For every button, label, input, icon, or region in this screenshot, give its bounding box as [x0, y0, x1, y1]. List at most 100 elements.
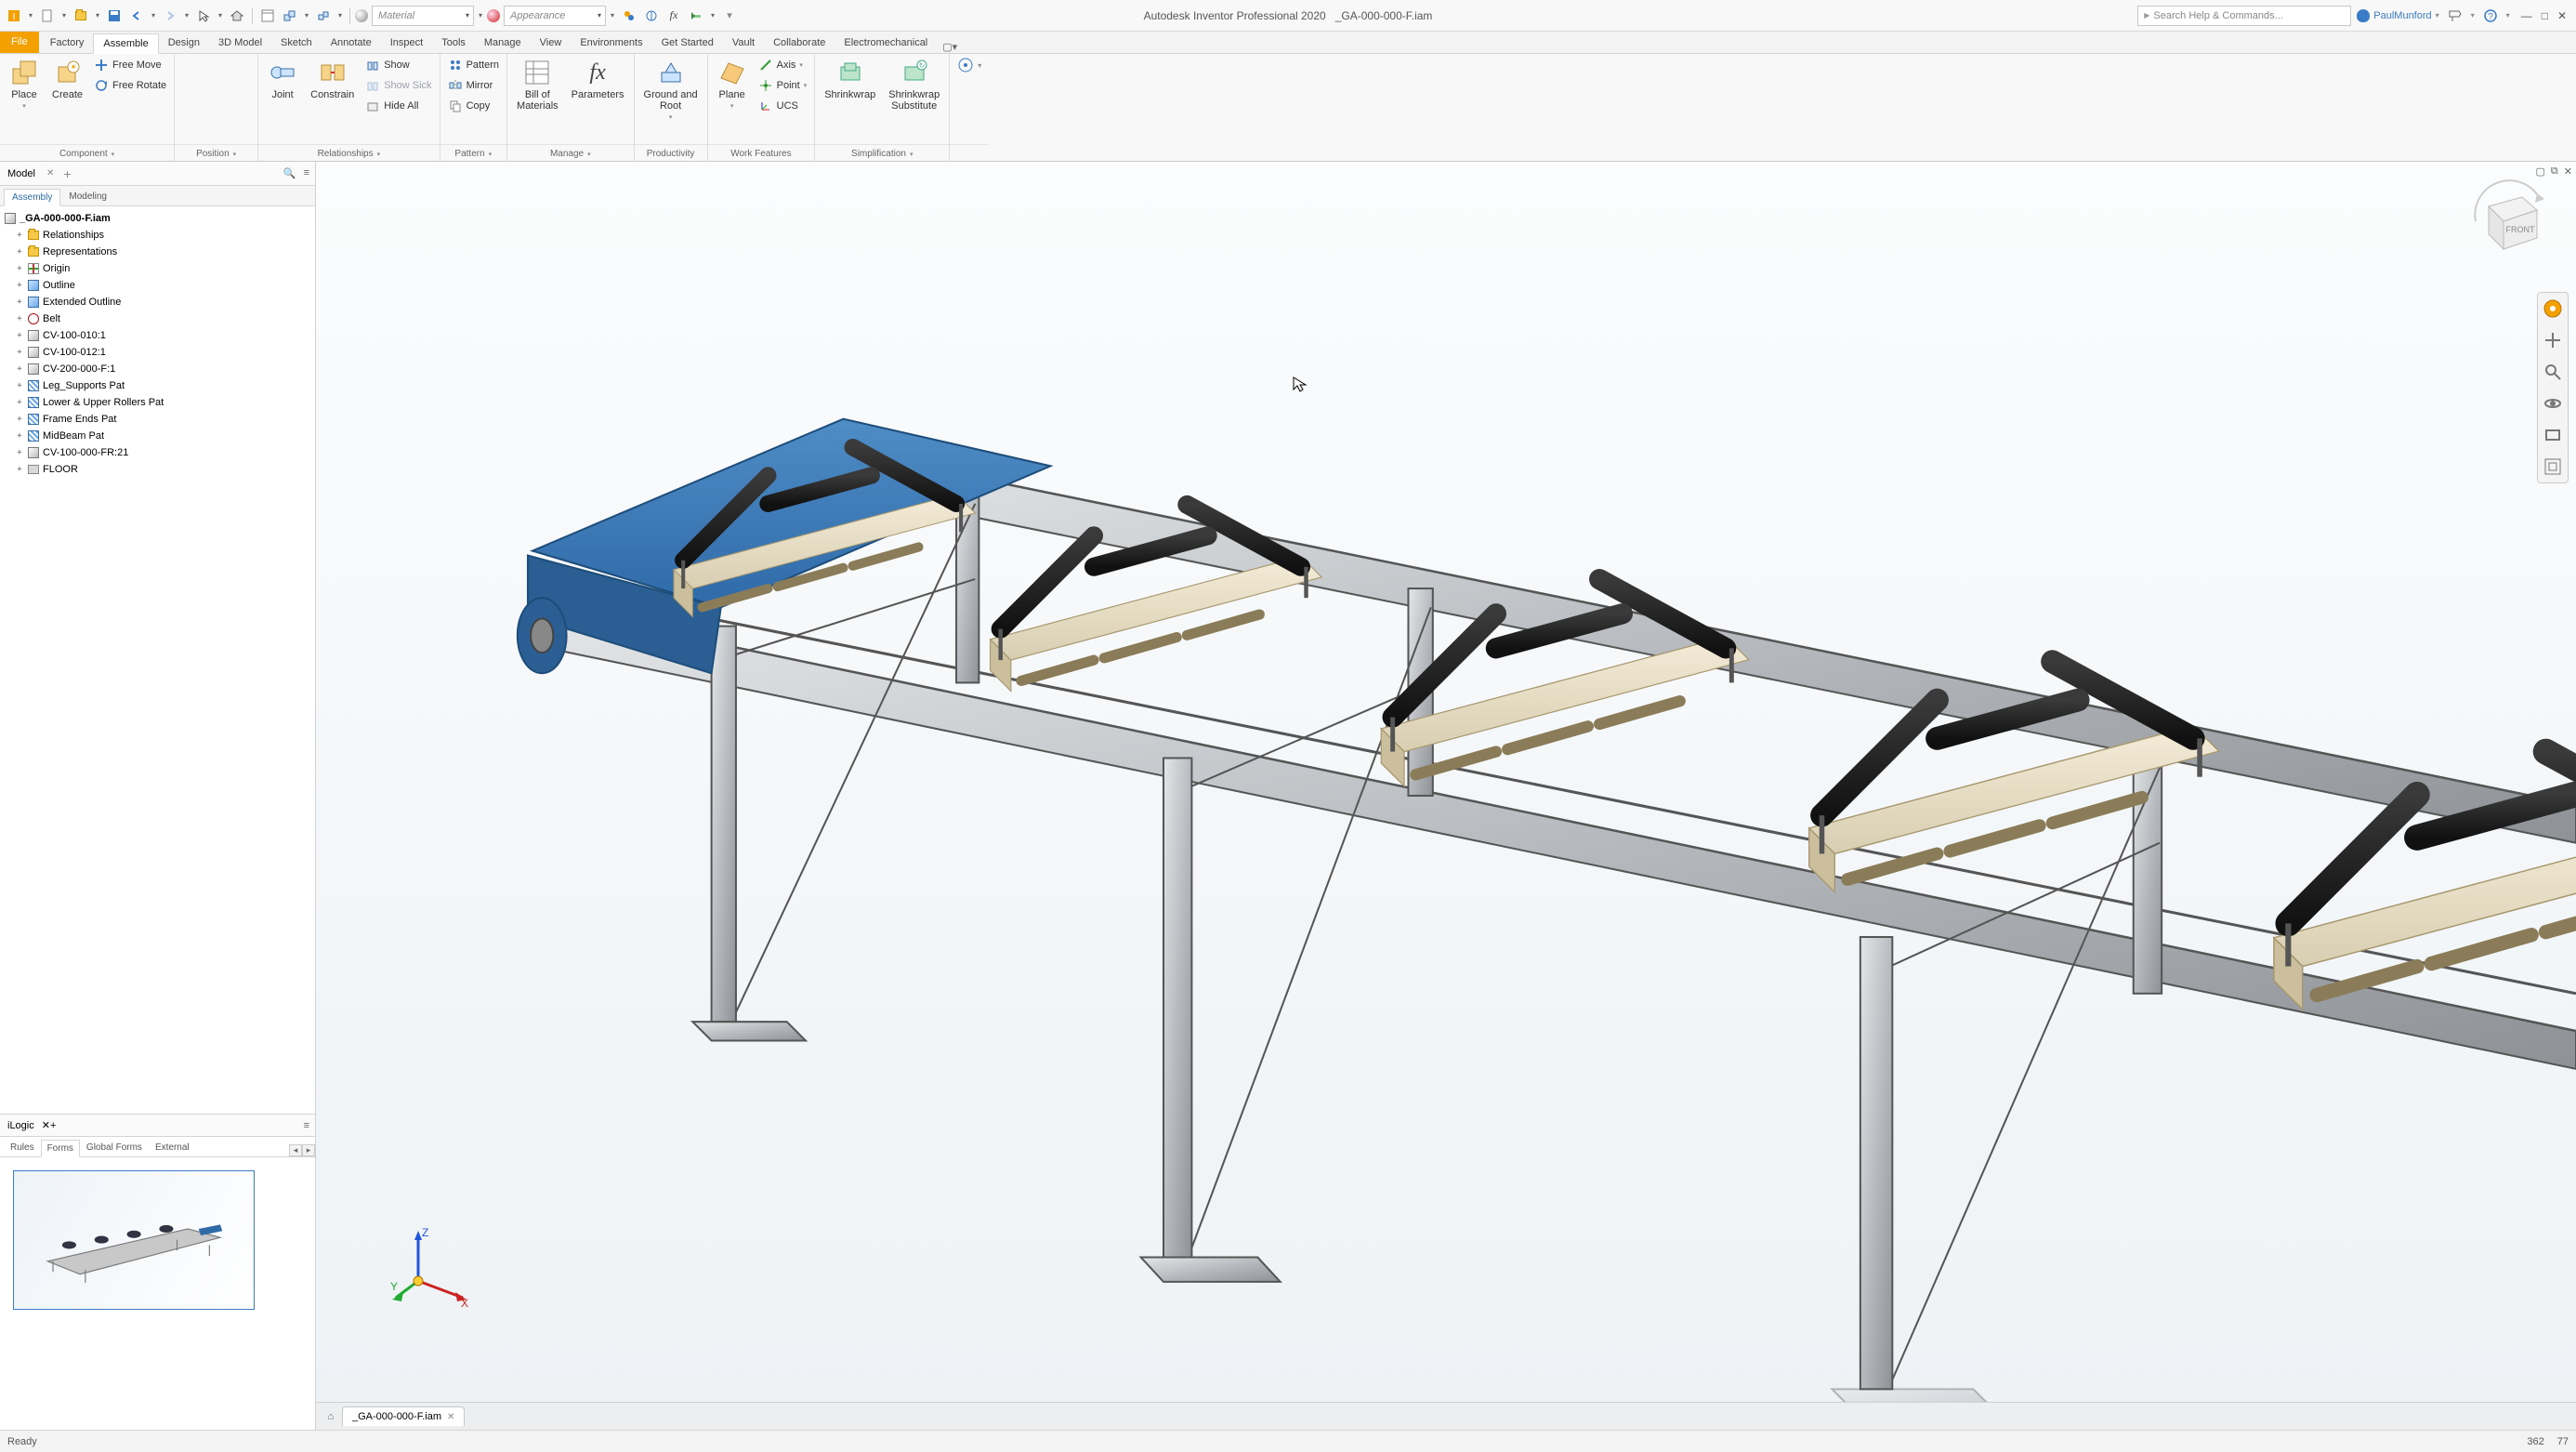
- doc-tab-close-icon[interactable]: ✕: [447, 1412, 454, 1422]
- tab-manage[interactable]: Manage: [475, 33, 531, 53]
- shrinkwrap-button[interactable]: Shrinkwrap: [821, 56, 879, 102]
- create-button[interactable]: ✶ Create: [48, 56, 86, 102]
- tree-node[interactable]: +CV-100-010:1: [2, 327, 313, 344]
- tab-collaborate[interactable]: Collaborate: [764, 33, 835, 53]
- return-drop[interactable]: ▾: [708, 11, 717, 20]
- select-drop[interactable]: ▾: [216, 11, 225, 20]
- qat-customize-icon[interactable]: ▾: [719, 6, 740, 26]
- tab-design[interactable]: Design: [159, 33, 209, 53]
- tree-root[interactable]: _GA-000-000-F.iam: [2, 210, 313, 227]
- browser-tab-close-icon[interactable]: ✕: [43, 168, 58, 178]
- fx-icon[interactable]: fx: [664, 6, 684, 26]
- ucs-button[interactable]: UCS: [756, 97, 809, 115]
- copy-button[interactable]: Copy: [446, 97, 501, 115]
- tab-assemble[interactable]: Assemble: [93, 33, 158, 54]
- tree-node[interactable]: +CV-200-000-F:1: [2, 361, 313, 377]
- tree-node[interactable]: +Lower & Upper Rollers Pat: [2, 394, 313, 411]
- doc-home-icon[interactable]: ⌂: [320, 1411, 342, 1422]
- color-override-icon[interactable]: [619, 6, 639, 26]
- nav-steering-wheel-icon[interactable]: [2541, 297, 2565, 321]
- browser-subtab-assembly[interactable]: Assembly: [4, 189, 60, 206]
- nav-full-icon[interactable]: [2541, 455, 2565, 479]
- tab-3d-model[interactable]: 3D Model: [209, 33, 271, 53]
- tab-factory[interactable]: Factory: [41, 33, 94, 53]
- show-button[interactable]: Show: [363, 56, 433, 74]
- tab-annotate[interactable]: Annotate: [322, 33, 381, 53]
- tab-inspect[interactable]: Inspect: [381, 33, 432, 53]
- tree-node[interactable]: +Relationships: [2, 227, 313, 244]
- ilogic-form-thumbnail[interactable]: [13, 1170, 255, 1310]
- ilogic-menu-icon[interactable]: ≡: [304, 1120, 309, 1131]
- tab-vault[interactable]: Vault: [723, 33, 764, 53]
- undo-drop[interactable]: ▾: [149, 11, 158, 20]
- axis-button[interactable]: Axis ▾: [756, 56, 809, 74]
- finish-icon[interactable]: ▾: [955, 56, 983, 74]
- tab-get-started[interactable]: Get Started: [652, 33, 723, 53]
- tree-node[interactable]: +FLOOR: [2, 461, 313, 478]
- new-icon[interactable]: [37, 6, 58, 26]
- tree-node[interactable]: +Belt: [2, 310, 313, 327]
- tree-node[interactable]: +CV-100-012:1: [2, 344, 313, 361]
- ilogic-close-icon[interactable]: ✕: [42, 1119, 50, 1131]
- tab-file[interactable]: File: [0, 31, 39, 53]
- update-drop[interactable]: ▾: [335, 11, 345, 20]
- free-move-button[interactable]: Free Move: [92, 56, 168, 74]
- favorites-icon[interactable]: [2445, 6, 2465, 26]
- select-icon[interactable]: [193, 6, 214, 26]
- window-close-icon[interactable]: ✕: [2557, 9, 2567, 22]
- tree-node[interactable]: +Origin: [2, 260, 313, 277]
- team-web-icon[interactable]: [257, 6, 278, 26]
- tree-node[interactable]: +CV-100-000-FR:21: [2, 444, 313, 461]
- browser-tab-add-icon[interactable]: +: [58, 166, 76, 181]
- plane-button[interactable]: Plane▾: [714, 56, 751, 112]
- free-rotate-button[interactable]: Free Rotate: [92, 76, 168, 95]
- nav-lookat-icon[interactable]: [2541, 423, 2565, 447]
- material-combo[interactable]: Material▾: [372, 6, 474, 26]
- viewcube[interactable]: FRONT: [2470, 178, 2550, 258]
- material-swatch-icon[interactable]: [355, 9, 368, 22]
- qat-dropdown-icon[interactable]: ▾: [26, 11, 35, 20]
- tab-electromechanical[interactable]: Electromechanical: [835, 33, 937, 53]
- constrain-button[interactable]: Constrain: [307, 56, 358, 102]
- ilogic-tab-rules[interactable]: Rules: [4, 1139, 41, 1156]
- pattern-button[interactable]: Pattern: [446, 56, 501, 74]
- home-icon[interactable]: [227, 6, 247, 26]
- doc-tab-active[interactable]: _GA-000-000-F.iam ✕: [342, 1406, 465, 1426]
- point-button[interactable]: Point ▾: [756, 76, 809, 95]
- browser-subtab-modeling[interactable]: Modeling: [60, 188, 115, 205]
- appearance-swatch-icon[interactable]: [487, 9, 500, 22]
- return-icon[interactable]: [686, 6, 706, 26]
- browser-menu-icon[interactable]: ≡: [304, 167, 309, 179]
- ilogic-scroll-right-icon[interactable]: ▸: [302, 1144, 315, 1156]
- tree-node[interactable]: +MidBeam Pat: [2, 428, 313, 444]
- update-icon[interactable]: [313, 6, 334, 26]
- viewport-3d[interactable]: ▢ ⧉ ✕: [316, 162, 2576, 1430]
- appearance-combo[interactable]: Appearance▾: [504, 6, 606, 26]
- shrinkwrap-substitute-button[interactable]: ↻ Shrinkwrap Substitute: [885, 56, 943, 113]
- window-minimize-icon[interactable]: —: [2521, 9, 2532, 22]
- browser-search-icon[interactable]: 🔍: [283, 167, 296, 179]
- redo-icon[interactable]: [160, 6, 180, 26]
- ribbon-collapse-icon[interactable]: ▢▾: [942, 41, 957, 53]
- tree-node[interactable]: +Frame Ends Pat: [2, 411, 313, 428]
- ilogic-tab-forms[interactable]: Forms: [41, 1140, 80, 1157]
- user-account[interactable]: PaulMunford ▾: [2357, 9, 2438, 22]
- appearance-drop[interactable]: ▾: [608, 11, 617, 20]
- open-icon[interactable]: [71, 6, 91, 26]
- search-input[interactable]: Search Help & Commands...: [2137, 6, 2351, 26]
- ilogic-tab-external[interactable]: External: [149, 1139, 196, 1156]
- joint-button[interactable]: Joint: [264, 56, 301, 102]
- tree-node[interactable]: +Representations: [2, 244, 313, 260]
- mirror-button[interactable]: Mirror: [446, 76, 501, 95]
- browser-tab-model[interactable]: Model: [0, 165, 43, 183]
- tab-view[interactable]: View: [531, 33, 572, 53]
- save-icon[interactable]: [104, 6, 125, 26]
- bom-button[interactable]: Bill of Materials: [513, 56, 562, 113]
- tab-environments[interactable]: Environments: [571, 33, 651, 53]
- material-drop[interactable]: ▾: [476, 11, 485, 20]
- ground-root-button[interactable]: Ground and Root▾: [640, 56, 702, 123]
- parameters-button[interactable]: fx Parameters: [568, 56, 628, 102]
- place-button[interactable]: Place▾: [6, 56, 43, 112]
- ilogic-tab-global-forms[interactable]: Global Forms: [80, 1139, 149, 1156]
- nav-zoom-icon[interactable]: [2541, 360, 2565, 384]
